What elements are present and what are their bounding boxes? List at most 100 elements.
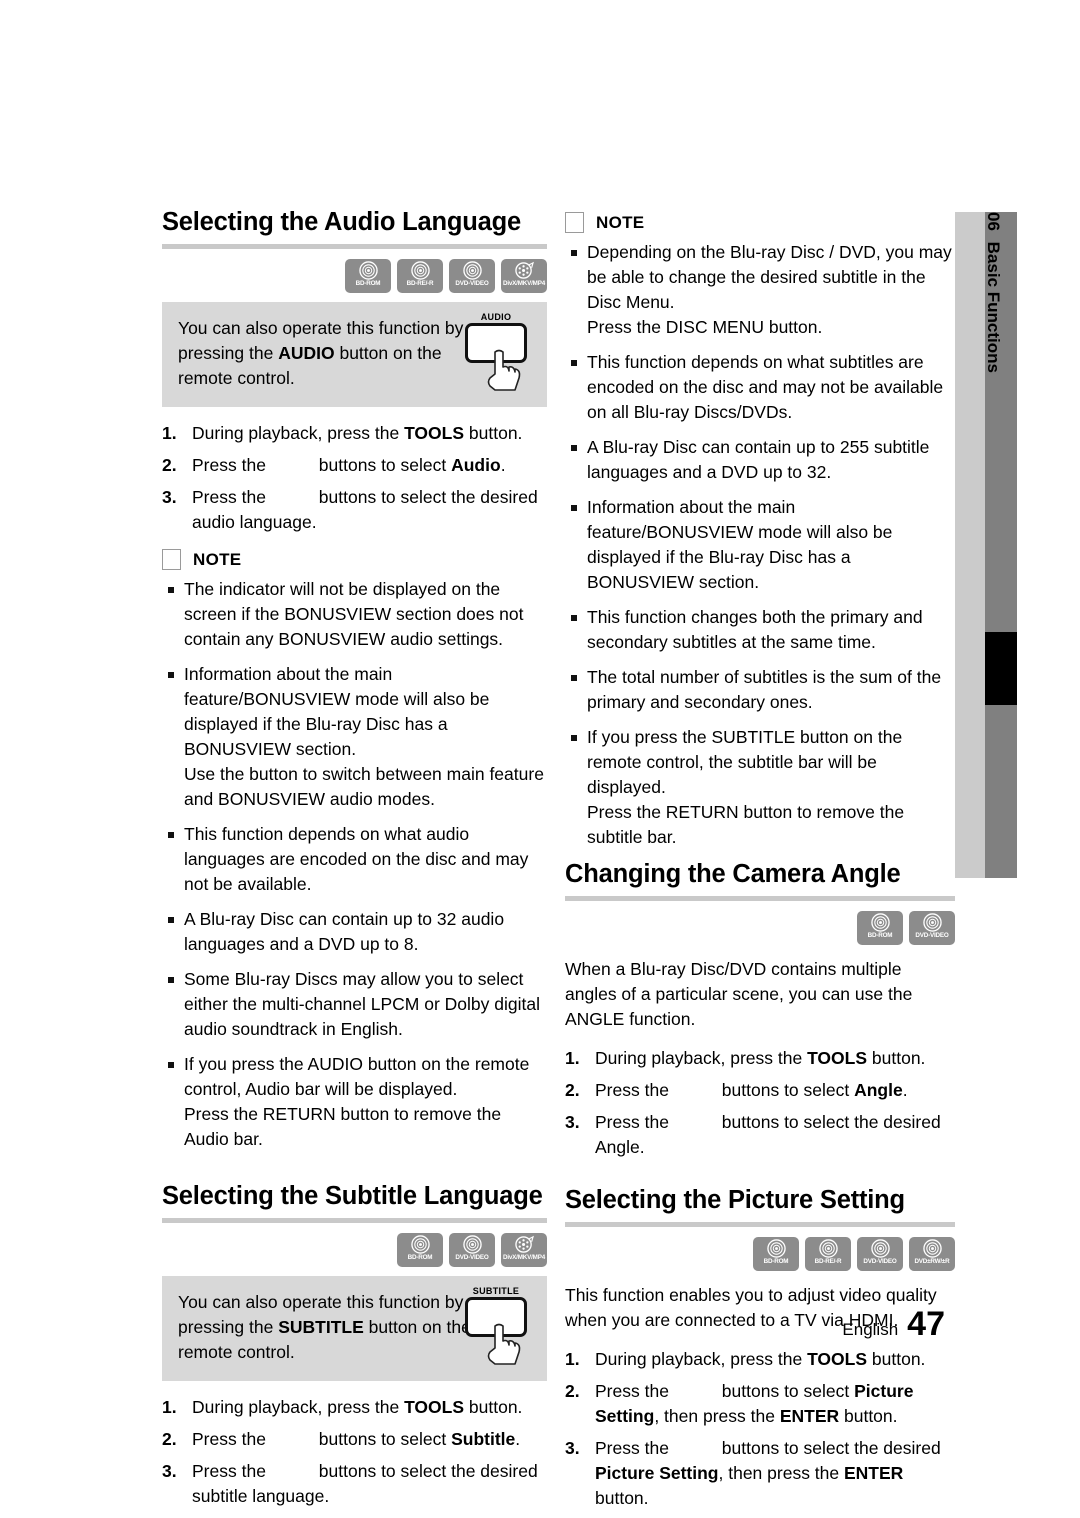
step-text-c: buttons to select: [721, 1080, 855, 1101]
step-text: Press the buttons to select the desired …: [595, 1110, 955, 1160]
step-text-a: Press the: [595, 1080, 674, 1101]
step-text-c: button.: [867, 1048, 926, 1069]
badge-dvd-video: DVD-VIDEO: [449, 1233, 495, 1268]
step-item: 2. Press the buttons to select Angle.: [565, 1078, 955, 1103]
dvd-video-disc-icon: [870, 1239, 890, 1258]
picture-setting-steps: 1. During playback, press the TOOLS butt…: [565, 1347, 955, 1511]
step-text: Press the buttons to select Picture Sett…: [595, 1379, 955, 1429]
step-text-e: .: [500, 455, 506, 476]
note-title: NOTE: [193, 549, 242, 569]
badge-label: BD-ROM: [763, 1258, 789, 1266]
chapter-side-tab: 06 Basic Functions: [955, 212, 1017, 878]
note-item-line1: If you press the SUBTITLE button on the …: [587, 727, 903, 797]
step-text: Press the buttons to select Subtitle.: [192, 1427, 547, 1452]
step-text-c: buttons to select: [318, 455, 452, 476]
step-text-c: button.: [464, 1397, 523, 1418]
note-item: Depending on the Blu-ray Disc / DVD, you…: [565, 240, 955, 340]
step-text-a: Press the: [192, 1461, 271, 1482]
step-text: During playback, press the TOOLS button.: [595, 1046, 955, 1071]
step-item: 3. Press the buttons to select the desir…: [162, 1459, 547, 1509]
badge-label: DVD-VIDEO: [863, 1258, 897, 1266]
step-number: 2.: [565, 1080, 580, 1101]
step-text-bold: TOOLS: [404, 1397, 465, 1418]
note-item: The indicator will not be displayed on t…: [162, 577, 547, 652]
side-tab-chapter-title: Basic Functions: [984, 241, 1003, 373]
badge-dvd-rw-r: DVD±RW/±R: [909, 1237, 955, 1272]
note-square-icon: [162, 549, 181, 571]
badge-bd-re-r: BD-RE/-R: [397, 259, 443, 294]
hand-pointer-icon: [487, 349, 521, 391]
note-item-line2: Press the RETURN button to remove the su…: [587, 802, 905, 847]
note-header: NOTE: [162, 549, 547, 571]
step-item: 2. Press the buttons to select Picture S…: [565, 1379, 955, 1429]
audio-language-heading: Selecting the Audio Language: [162, 208, 521, 236]
heading-rule: [162, 244, 547, 250]
step-item: 3. Press the buttons to select the desir…: [565, 1436, 955, 1511]
camera-angle-intro: When a Blu-ray Disc/DVD contains multipl…: [565, 959, 913, 1030]
side-tab-page-marker: [985, 632, 1017, 705]
step-text-bold: TOOLS: [807, 1349, 868, 1370]
step-text-bold: TOOLS: [807, 1048, 868, 1069]
step-number: 3.: [565, 1438, 580, 1459]
badge-label: DivX/MKV/MP4: [502, 280, 546, 288]
step-number: 2.: [162, 1429, 177, 1450]
note-title: NOTE: [596, 212, 645, 232]
step-text-a: During playback, press the: [192, 1397, 405, 1418]
step-text-c: buttons to select the desired: [721, 1438, 941, 1459]
step-number: 1.: [162, 1397, 177, 1418]
note-item-line1: Depending on the Blu-ray Disc / DVD, you…: [587, 242, 952, 312]
step-text-c: button.: [464, 423, 523, 444]
step-item: 1. During playback, press the TOOLS butt…: [565, 1347, 955, 1372]
note-list: Depending on the Blu-ray Disc / DVD, you…: [565, 240, 955, 850]
note-header: NOTE: [565, 212, 955, 233]
step-number: 3.: [162, 1461, 177, 1482]
remote-button-label: AUDIO: [480, 312, 512, 323]
subtitle-language-disc-badges: BD-ROM DVD-VIDEO DivX/MKV/MP4: [162, 1233, 547, 1268]
heading-rule: [565, 896, 955, 902]
picture-setting-heading: Selecting the Picture Setting: [565, 1186, 905, 1215]
note-item: If you press the AUDIO button on the rem…: [162, 1052, 547, 1152]
note-item: If you press the SUBTITLE button on the …: [565, 725, 955, 850]
note-item-line1: Information about the main feature/BONUS…: [184, 664, 490, 760]
badge-dvd-video: DVD-VIDEO: [449, 259, 495, 294]
badge-label: DVD-VIDEO: [455, 1254, 489, 1262]
step-number: 3.: [162, 487, 177, 508]
camera-angle-heading: Changing the Camera Angle: [565, 860, 901, 888]
dvd-video-disc-icon: [462, 261, 482, 280]
audio-remote-button-graphic: AUDIO: [459, 312, 533, 391]
badge-label: BD-ROM: [355, 280, 381, 288]
subtitle-language-heading: Selecting the Subtitle Language: [162, 1182, 543, 1211]
step-number: 1.: [565, 1048, 580, 1069]
step-text-g: button.: [839, 1406, 898, 1427]
step-text-c: buttons to select: [721, 1381, 855, 1402]
badge-dvd-video: DVD-VIDEO: [909, 911, 955, 946]
step-text: During playback, press the TOOLS button.: [595, 1347, 955, 1372]
step-text-e: .: [515, 1429, 521, 1450]
note-item: This function changes both the primary a…: [565, 605, 955, 655]
divx-mkv-mp4-disc-icon: [514, 261, 534, 280]
step-text-bold: Audio: [451, 455, 501, 476]
note-item-line1: If you press the AUDIO button on the rem…: [184, 1054, 530, 1100]
badge-label: BD-ROM: [867, 932, 893, 940]
step-item: 1. During playback, press the TOOLS butt…: [162, 1395, 547, 1420]
heading-rule: [162, 1218, 547, 1224]
step-text-c: button.: [867, 1349, 926, 1370]
step-text-a: Press the: [192, 455, 271, 476]
picture-setting-disc-badges: BD-ROM BD-RE/-R DVD-VIDEO DVD±RW/±R: [565, 1237, 955, 1272]
audio-note-block: NOTE The indicator will not be displayed…: [162, 549, 547, 1152]
bd-re-r-disc-icon: [410, 261, 430, 280]
note-item-line2: Use the button to switch between main fe…: [184, 764, 544, 810]
step-item: 1. During playback, press the TOOLS butt…: [162, 421, 547, 446]
badge-label: DVD-VIDEO: [915, 932, 949, 940]
badge-label: BD-RE/-R: [406, 280, 434, 288]
page-footer: English 47: [0, 1305, 945, 1344]
step-text-a: Press the: [192, 1429, 271, 1450]
step-text-bold: TOOLS: [404, 423, 465, 444]
bd-rom-disc-icon: [358, 261, 378, 280]
footer-page-number: 47: [907, 1305, 945, 1343]
step-text-e: .: [902, 1080, 908, 1101]
step-text: During playback, press the TOOLS button.: [192, 421, 547, 446]
badge-bd-rom: BD-ROM: [857, 911, 903, 946]
badge-divx: DivX/MKV/MP4: [501, 259, 547, 294]
step-text-a: Press the: [595, 1112, 674, 1133]
